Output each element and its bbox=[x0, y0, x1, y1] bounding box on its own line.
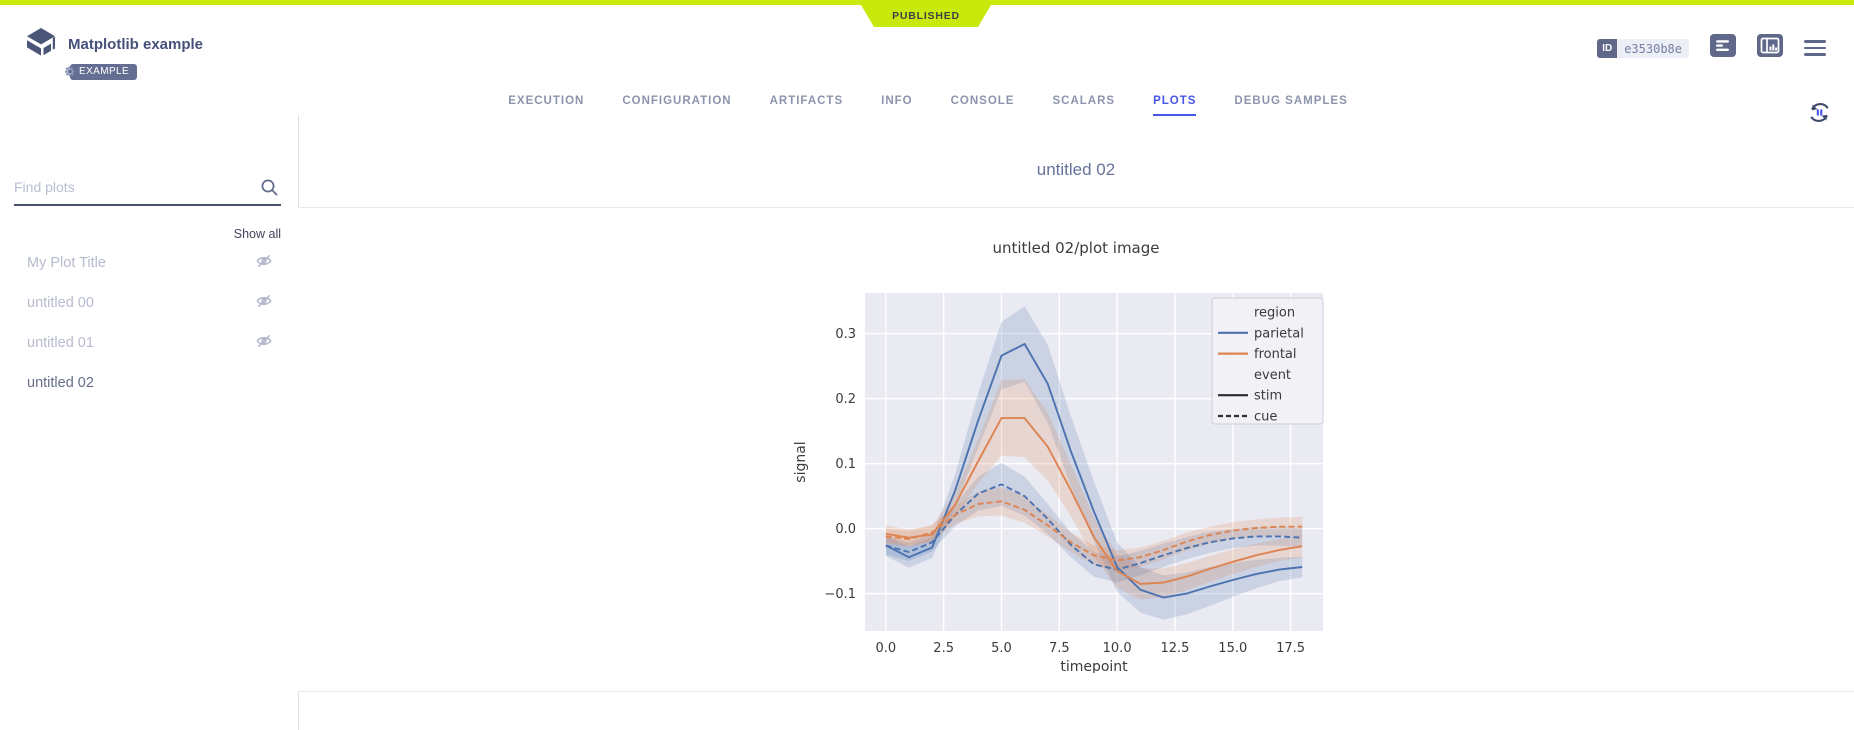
plot-list: My Plot Title untitled 00 untitled 01 untit… bbox=[0, 243, 297, 403]
experiment-title: Matplotlib example bbox=[68, 36, 203, 53]
tab-info[interactable]: INFO bbox=[881, 95, 912, 116]
tag-badge: EXAMPLE bbox=[70, 64, 137, 80]
search-input[interactable] bbox=[14, 175, 281, 206]
status-ribbon: PUBLISHED bbox=[861, 5, 991, 27]
eye-off-icon[interactable] bbox=[255, 332, 273, 355]
search-icon bbox=[260, 178, 279, 202]
tab-execution[interactable]: EXECUTION bbox=[508, 95, 584, 116]
eye-off-icon[interactable] bbox=[255, 292, 273, 315]
status-ribbon-label: PUBLISHED bbox=[892, 10, 960, 22]
legend-label-cue: cue bbox=[1254, 410, 1277, 425]
menu-icon[interactable] bbox=[1804, 36, 1826, 61]
plot-item-label: My Plot Title bbox=[27, 255, 255, 271]
plot-list-item[interactable]: untitled 02 bbox=[0, 363, 297, 403]
tab-console[interactable]: CONSOLE bbox=[951, 95, 1015, 116]
tab-artifacts[interactable]: ARTIFACTS bbox=[770, 95, 844, 116]
tab-plots[interactable]: PLOTS bbox=[1153, 95, 1196, 116]
plot-group-title: untitled 02 bbox=[298, 160, 1854, 180]
experiment-type-icon bbox=[24, 27, 58, 65]
plot-list-item[interactable]: untitled 00 bbox=[0, 283, 297, 323]
plot-list-item[interactable]: untitled 01 bbox=[0, 323, 297, 363]
y-axis-label: signal bbox=[793, 441, 809, 482]
plot-item-label: untitled 00 bbox=[27, 295, 255, 311]
x-tick-label: 0.0 bbox=[875, 641, 896, 656]
x-tick-label: 2.5 bbox=[933, 641, 954, 656]
x-tick-label: 7.5 bbox=[1049, 641, 1070, 656]
plot-item-label: untitled 02 bbox=[27, 375, 273, 391]
tab-scalars[interactable]: SCALARS bbox=[1052, 95, 1115, 116]
experiment-id[interactable]: ID e3530b8e bbox=[1597, 39, 1689, 58]
y-tick-label: −0.1 bbox=[824, 587, 856, 602]
show-all-link[interactable]: Show all bbox=[234, 227, 281, 241]
legend-label-frontal: frontal bbox=[1254, 347, 1297, 362]
id-value: e3530b8e bbox=[1617, 39, 1689, 58]
x-tick-label: 10.0 bbox=[1103, 641, 1132, 656]
plots-sidebar: Show all My Plot Title untitled 00 untitle… bbox=[0, 115, 299, 730]
y-tick-label: 0.2 bbox=[835, 392, 856, 407]
clearml-plots-screen: PUBLISHED Matplotlib example EXAMPLE ID … bbox=[0, 0, 1854, 730]
id-badge: ID bbox=[1597, 39, 1617, 58]
y-tick-label: 0.0 bbox=[835, 522, 856, 537]
tab-debug-samples[interactable]: DEBUG SAMPLES bbox=[1234, 95, 1347, 116]
legend-label-region: region bbox=[1254, 306, 1295, 321]
plot-search bbox=[14, 175, 281, 206]
y-tick-label: 0.1 bbox=[835, 457, 856, 472]
tag-badge-label: EXAMPLE bbox=[79, 66, 129, 77]
details-list-icon[interactable] bbox=[1710, 34, 1736, 62]
plot-image: 0.0 2.5 5.0 7.5 10.0 12.5 15.0 17.5 −0.1 0.0 0.1 0.… bbox=[781, 226, 1371, 673]
eye-off-icon[interactable] bbox=[255, 252, 273, 275]
tab-configuration[interactable]: CONFIGURATION bbox=[622, 95, 731, 116]
side-panel-chart-icon[interactable] bbox=[1757, 34, 1783, 62]
plot-list-item[interactable]: My Plot Title bbox=[0, 243, 297, 283]
x-tick-label: 5.0 bbox=[991, 641, 1012, 656]
x-tick-label: 17.5 bbox=[1276, 641, 1305, 656]
y-tick-label: 0.3 bbox=[835, 327, 856, 342]
x-axis-label: timepoint bbox=[1060, 659, 1128, 673]
status-color-bar bbox=[0, 0, 1854, 5]
plot-item-label: untitled 01 bbox=[27, 335, 255, 351]
auto-refresh-icon[interactable] bbox=[1807, 100, 1832, 130]
legend-label-stim: stim bbox=[1254, 389, 1282, 404]
legend-label-event: event bbox=[1254, 368, 1291, 383]
x-tick-label: 12.5 bbox=[1160, 641, 1189, 656]
tab-bar: EXECUTION CONFIGURATION ARTIFACTS INFO CONSO… bbox=[298, 95, 1558, 116]
gear-icon bbox=[63, 65, 76, 84]
plot-card: untitled 02/plot image 0.02.55.07.510.01… bbox=[298, 207, 1854, 692]
legend-label-parietal: parietal bbox=[1254, 326, 1304, 341]
x-tick-label: 15.0 bbox=[1218, 641, 1247, 656]
